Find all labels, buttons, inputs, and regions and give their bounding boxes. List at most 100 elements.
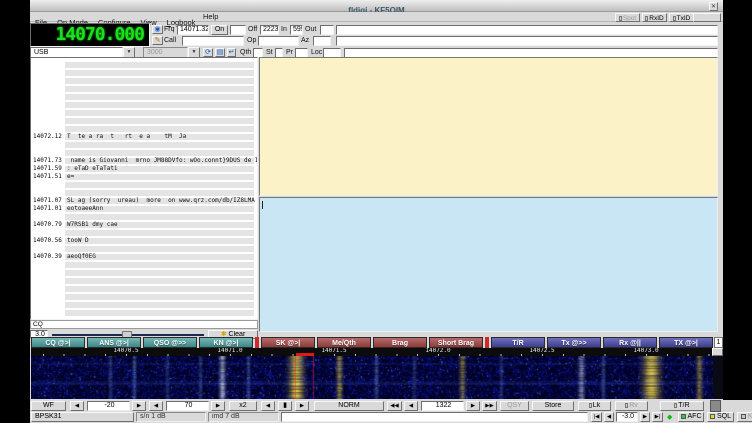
- squelch-min-icon[interactable]: |◀: [591, 412, 602, 422]
- browser-row[interactable]: [31, 285, 257, 293]
- title-bar[interactable]: fldigi - KF5OIM ✕: [30, 0, 723, 12]
- lookup-globe-icon[interactable]: ◉: [152, 25, 163, 34]
- browser-row[interactable]: [31, 125, 257, 133]
- frequency-lcd[interactable]: 14070.000: [30, 23, 150, 47]
- macro-button-qso[interactable]: QSO @>>: [143, 337, 197, 348]
- rst-in-field[interactable]: 599: [290, 25, 303, 35]
- browser-row[interactable]: [31, 109, 257, 117]
- macro-button-shortbrag[interactable]: Short Brag: [429, 337, 483, 348]
- carrier-down-icon[interactable]: ◀: [404, 401, 418, 411]
- waterfall-canvas[interactable]: [31, 356, 713, 399]
- squelch-down-icon[interactable]: ◀: [604, 412, 614, 422]
- mode-status[interactable]: BPSK31: [31, 412, 134, 422]
- macro-button-brag[interactable]: Brag: [373, 337, 427, 348]
- panel-grip[interactable]: [710, 400, 721, 412]
- browser-row[interactable]: 14070.56tooW D: [31, 237, 257, 245]
- browser-row[interactable]: [31, 93, 257, 101]
- squelch-max-icon[interactable]: ▶|: [652, 412, 663, 422]
- browser-row[interactable]: 14072.12T te a ra t rt e a tM Ja: [31, 133, 257, 141]
- menu-item-help[interactable]: Help: [198, 12, 223, 22]
- browser-row[interactable]: [31, 181, 257, 189]
- lock-toggle[interactable]: Lk: [578, 401, 611, 411]
- macro-set-number[interactable]: 1: [714, 337, 723, 348]
- wf-mode-button[interactable]: WF: [31, 401, 66, 411]
- macro-button-tx[interactable]: TX @>|: [659, 337, 713, 348]
- signal-range-field[interactable]: 70: [166, 401, 209, 411]
- carrier-up-icon[interactable]: ▶: [466, 401, 480, 411]
- rx-text-pane[interactable]: [259, 57, 718, 196]
- upper-signal-down-icon[interactable]: ◀: [70, 401, 84, 411]
- browser-row[interactable]: [31, 261, 257, 269]
- store-button[interactable]: Store: [532, 401, 574, 411]
- browser-row[interactable]: [31, 61, 257, 69]
- macro-button-rx[interactable]: Rx @||: [603, 337, 657, 348]
- pause-icon[interactable]: ▮: [278, 401, 292, 411]
- browser-row[interactable]: [31, 301, 257, 309]
- reverse-toggle[interactable]: Rv: [615, 401, 648, 411]
- notepad-icon[interactable]: ▤: [215, 48, 225, 57]
- browser-row[interactable]: [31, 69, 257, 77]
- squelch-up-icon[interactable]: ▶: [640, 412, 650, 422]
- time-off-field[interactable]: 2223: [260, 25, 279, 35]
- browser-row[interactable]: [31, 213, 257, 221]
- scroll-right-icon[interactable]: ▶: [295, 401, 309, 411]
- browser-row[interactable]: 14071.01eotoaeeAnn: [31, 205, 257, 213]
- browser-row[interactable]: [31, 189, 257, 197]
- browser-row[interactable]: [31, 85, 257, 93]
- tr-toggle[interactable]: T/R: [660, 401, 704, 411]
- browser-row[interactable]: [31, 293, 257, 301]
- macro-button-me-qth[interactable]: Me/Qth: [317, 337, 371, 348]
- upper-signal-field[interactable]: -20: [87, 401, 130, 411]
- rst-out-field[interactable]: [320, 25, 334, 35]
- sql-toggle[interactable]: SQL: [707, 412, 734, 422]
- browser-row[interactable]: 14071.51e=: [31, 173, 257, 181]
- browser-row[interactable]: [31, 117, 257, 125]
- notes-field-2[interactable]: [336, 36, 718, 46]
- macro-button-kn[interactable]: KN @>|: [199, 337, 253, 348]
- browser-row[interactable]: [31, 141, 257, 149]
- browser-row[interactable]: 14071.59: eTaD eTaTati: [31, 165, 257, 173]
- range-up-icon[interactable]: ▶: [211, 401, 225, 411]
- op-field[interactable]: [258, 36, 299, 46]
- tx-text-pane[interactable]: [259, 197, 718, 332]
- macro-button-tx[interactable]: Tx @>>: [547, 337, 601, 348]
- upper-signal-up-icon[interactable]: ▶: [132, 401, 146, 411]
- macro-button-t-r[interactable]: T/R: [491, 337, 545, 348]
- carrier-fast-up-icon[interactable]: ▶▶: [482, 401, 497, 411]
- browser-row[interactable]: [31, 309, 257, 317]
- range-down-icon[interactable]: ◀: [149, 401, 163, 411]
- browser-row[interactable]: 14070.79W7RSB1 dmy cae: [31, 221, 257, 229]
- edit-pencil-icon[interactable]: ✎: [152, 36, 163, 45]
- call-field[interactable]: [182, 36, 244, 46]
- notes-field-1[interactable]: [336, 25, 718, 35]
- time-on-field[interactable]: [230, 25, 246, 35]
- macro-button-sk[interactable]: SK @>|: [261, 337, 315, 348]
- browser-row[interactable]: [31, 245, 257, 253]
- carrier-frequency-field[interactable]: 1322: [421, 401, 464, 411]
- browser-row[interactable]: [31, 269, 257, 277]
- browser-row[interactable]: [31, 277, 257, 285]
- carrier-fast-down-icon[interactable]: ◀◀: [387, 401, 402, 411]
- browser-row[interactable]: 14071.07SL ag (sorry ureau) more on www.…: [31, 197, 257, 205]
- carrier-marker[interactable]: [296, 353, 314, 356]
- browser-row[interactable]: [31, 229, 257, 237]
- browser-row[interactable]: [31, 149, 257, 157]
- time-on-button[interactable]: On: [211, 25, 228, 35]
- browser-row[interactable]: 14071.73 name is Giovanni mrno JM88DVfo:…: [31, 157, 257, 165]
- signal-browser[interactable]: 14072.12T te a ra t rt e a tM Ja 14071.73…: [30, 57, 258, 320]
- close-icon[interactable]: ✕: [709, 2, 718, 11]
- browser-row[interactable]: [31, 77, 257, 85]
- sync-icon[interactable]: ⟳: [203, 48, 213, 57]
- enter-arrow-icon[interactable]: ↵: [227, 48, 236, 57]
- qsy-button[interactable]: QSY: [500, 401, 529, 411]
- az-field[interactable]: [313, 36, 331, 46]
- frequency-field[interactable]: 14071.322: [177, 25, 209, 35]
- toggle-rxid[interactable]: RxID: [642, 13, 667, 22]
- kpsql-toggle[interactable]: KPSQL: [737, 412, 752, 422]
- x2-zoom-button[interactable]: x2: [229, 401, 257, 411]
- toggle-spot[interactable]: Spot: [615, 13, 640, 22]
- browser-row[interactable]: [31, 101, 257, 109]
- wf-speed-button[interactable]: NORM: [314, 401, 384, 411]
- toggle-txid[interactable]: TxID: [669, 13, 694, 22]
- afc-toggle[interactable]: AFC: [678, 412, 704, 422]
